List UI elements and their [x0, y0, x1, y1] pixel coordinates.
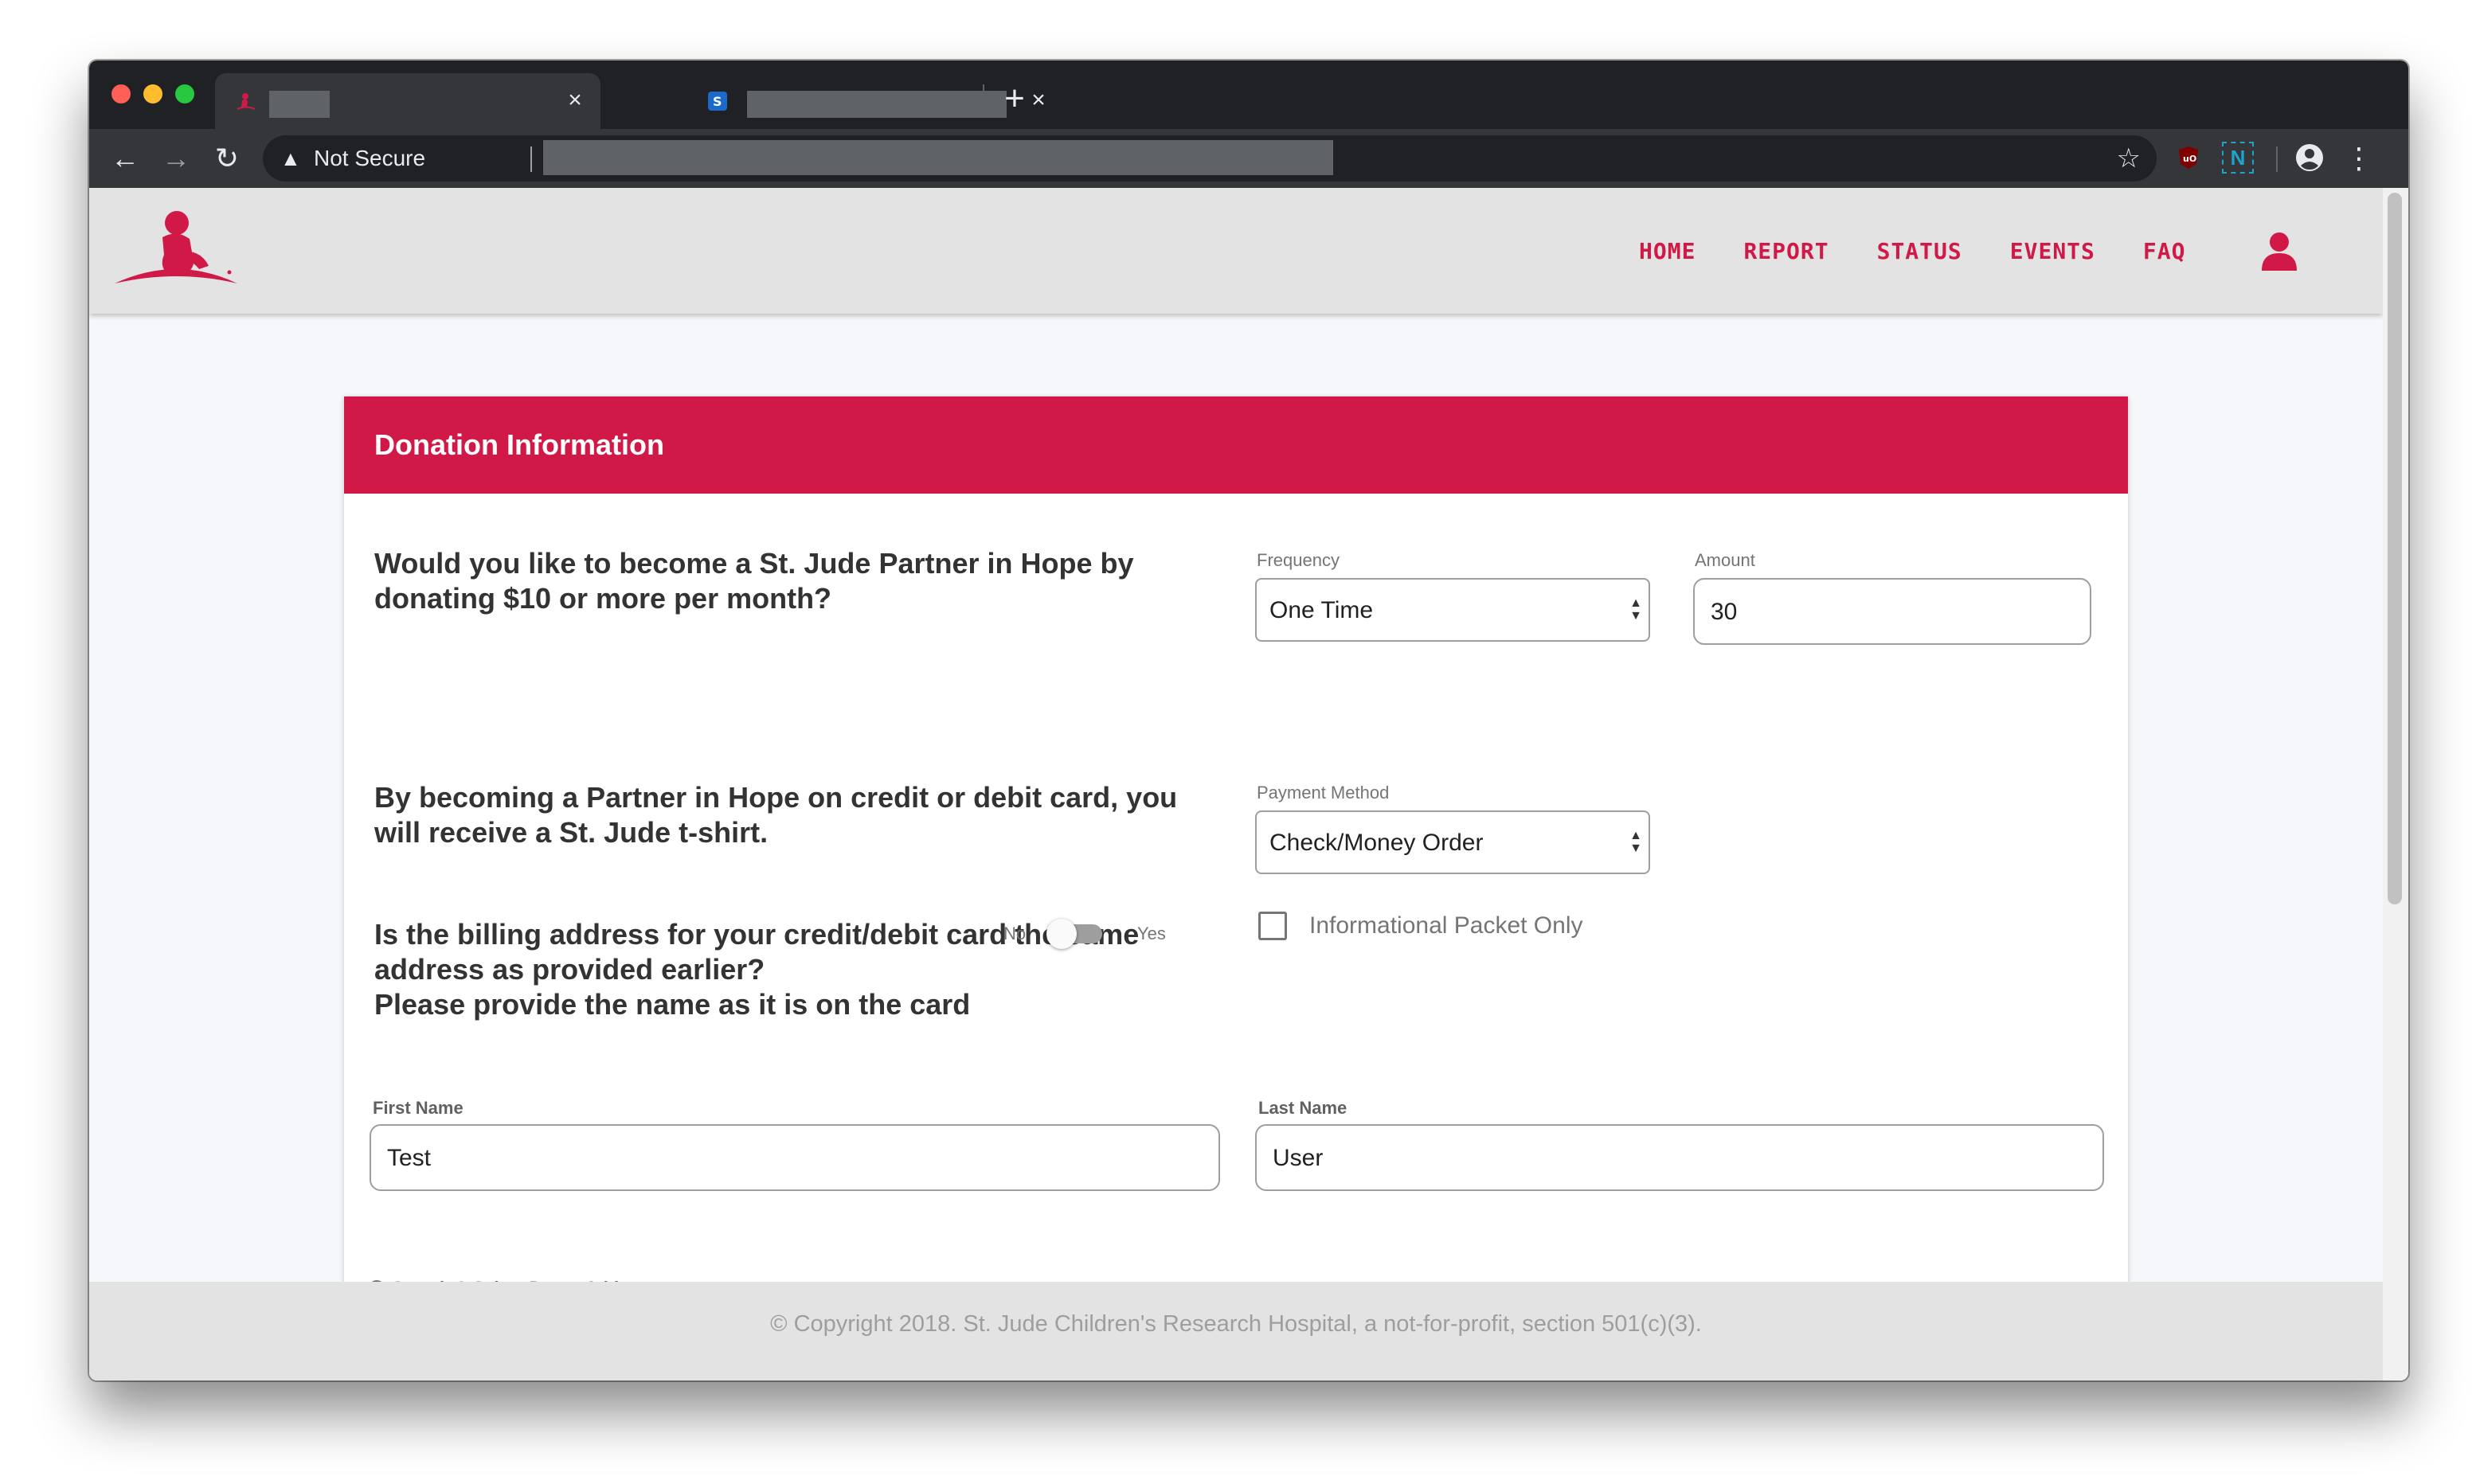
card-header: Donation Information — [344, 396, 2128, 494]
url-redacted[interactable] — [543, 140, 1333, 175]
billing-toggle-no-label: No — [1003, 924, 1027, 943]
page-viewport: HOME REPORT STATUS EVENTS FAQ Donation I… — [89, 188, 2383, 1381]
close-tab-icon[interactable]: × — [559, 84, 591, 116]
reload-icon[interactable]: ↻ — [207, 139, 247, 178]
amount-label: Amount — [1695, 550, 1755, 570]
first-name-value: Test — [387, 1145, 432, 1171]
nav-report[interactable]: REPORT — [1743, 232, 1829, 271]
svg-text:S: S — [713, 94, 722, 109]
close-window-button[interactable] — [111, 84, 131, 103]
frequency-label: Frequency — [1257, 550, 1340, 570]
info-packet-checkbox[interactable] — [1258, 912, 1287, 940]
payment-method-label: Payment Method — [1257, 783, 1390, 803]
nav-status[interactable]: STATUS — [1877, 232, 1962, 271]
site-header: HOME REPORT STATUS EVENTS FAQ — [89, 188, 2383, 314]
browser-menu-icon[interactable]: ⋮ — [2343, 139, 2375, 178]
billing-toggle-yes-label: Yes — [1137, 924, 1166, 943]
back-arrow-icon[interactable]: ← — [105, 139, 145, 178]
first-name-input[interactable]: Test — [370, 1124, 1220, 1191]
first-name-label: First Name — [373, 1098, 463, 1118]
browser-toolbar: ← → ↻ ▲ Not Secure ☆ uO N ⋮ — [89, 129, 2408, 188]
tab-strip: × S × + — [89, 61, 2408, 129]
name-on-card-prompt: Please provide the name as it is on the … — [374, 988, 971, 1021]
st-jude-favicon-icon — [237, 93, 256, 110]
user-account-icon[interactable] — [2257, 229, 2302, 274]
svg-text:uO: uO — [2183, 154, 2196, 164]
frequency-select[interactable]: One Time ▲ ▼ — [1255, 578, 1650, 642]
nav-events[interactable]: EVENTS — [2010, 232, 2095, 271]
tab-divider — [983, 84, 984, 113]
salesforce-favicon-icon: S — [708, 92, 727, 111]
warning-icon: ▲ — [280, 146, 301, 170]
donation-card: Donation Information Would you like to b… — [344, 396, 2128, 1381]
bookmark-star-icon[interactable]: ☆ — [2117, 143, 2141, 174]
card-title: Donation Information — [374, 428, 664, 461]
payment-method-value: Check/Money Order — [1269, 830, 1484, 856]
last-name-input[interactable]: User — [1255, 1124, 2104, 1191]
frequency-value: One Time — [1269, 597, 1374, 623]
partner-question: Would you like to become a St. Jude Part… — [374, 547, 1134, 615]
address-bar[interactable]: ▲ Not Secure ☆ — [263, 135, 2157, 182]
st-jude-logo[interactable] — [113, 205, 241, 295]
last-name-value: User — [1273, 1145, 1324, 1171]
tab-active[interactable]: × — [215, 73, 600, 129]
tshirt-statement: By becoming a Partner in Hope on credit … — [374, 781, 1178, 849]
minimize-window-button[interactable] — [143, 84, 162, 103]
copyright-text: © Copyright 2018. St. Jude Children's Re… — [770, 1311, 1702, 1337]
tab-title-redacted — [747, 91, 1007, 118]
maximize-window-button[interactable] — [175, 84, 194, 103]
payment-method-select[interactable]: Check/Money Order ▲ ▼ — [1255, 810, 1650, 874]
security-label[interactable]: Not Secure — [314, 145, 425, 172]
nav-home[interactable]: HOME — [1639, 232, 1696, 271]
amount-value: 30 — [1711, 599, 1738, 625]
select-arrows-icon: ▲ ▼ — [1629, 596, 1642, 623]
profile-icon[interactable] — [2294, 142, 2325, 174]
address-separator — [530, 146, 532, 172]
browser-window: × S × + ← → ↻ ▲ Not Secure ☆ uO N ⋮ HOME… — [89, 61, 2408, 1381]
scrollbar-thumb[interactable] — [2388, 193, 2402, 904]
main-nav: HOME REPORT STATUS EVENTS FAQ — [1639, 232, 2233, 271]
amount-input[interactable]: 30 — [1693, 578, 2091, 645]
new-tab-button[interactable]: + — [995, 81, 1034, 119]
site-footer: © Copyright 2018. St. Jude Children's Re… — [89, 1282, 2383, 1381]
nimbus-extension-icon[interactable]: N — [2222, 142, 2254, 174]
nav-faq[interactable]: FAQ — [2143, 232, 2186, 271]
info-packet-label[interactable]: Informational Packet Only — [1309, 911, 1583, 941]
billing-toggle-knob[interactable] — [1046, 919, 1077, 949]
toolbar-divider — [2276, 146, 2278, 172]
forward-arrow-icon[interactable]: → — [156, 139, 196, 178]
select-arrows-icon: ▲ ▼ — [1629, 829, 1642, 855]
ublock-extension-icon[interactable]: uO — [2173, 142, 2204, 174]
last-name-label: Last Name — [1258, 1098, 1347, 1118]
tab-title-redacted — [269, 91, 330, 118]
